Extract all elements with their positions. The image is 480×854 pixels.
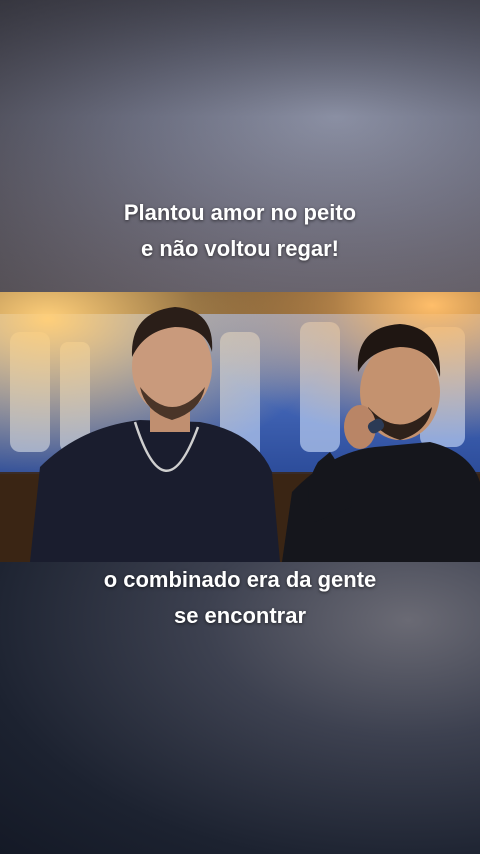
concert-stage-image bbox=[0, 292, 480, 562]
lyric-caption-top: Plantou amor no peito e não voltou regar… bbox=[0, 195, 480, 267]
video-frame: Plantou amor no peito e não voltou regar… bbox=[0, 0, 480, 854]
lyric-line: se encontrar bbox=[173, 603, 307, 628]
lyric-line: e não voltou regar! bbox=[140, 236, 340, 261]
video-still bbox=[0, 292, 480, 562]
lyric-line: Plantou amor no peito bbox=[123, 200, 357, 225]
lyric-line: o combinado era da gente bbox=[103, 567, 377, 592]
lyric-caption-bottom: o combinado era da gente se encontrar bbox=[0, 562, 480, 634]
